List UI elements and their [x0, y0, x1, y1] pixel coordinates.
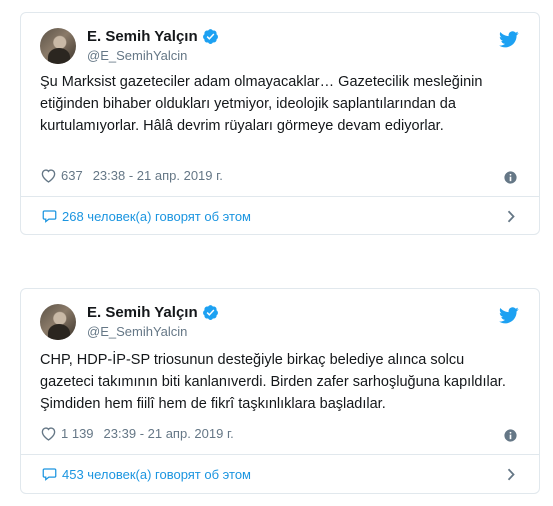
verified-badge-icon — [202, 305, 218, 320]
conversation-label[interactable]: 268 человек(а) говорят об этом — [62, 209, 251, 224]
heart-icon[interactable] — [40, 168, 57, 183]
tweet-meta: 637 23:38 - 21 апр. 2019 г. — [40, 168, 223, 183]
tweet-text: Şu Marksist gazeteciler adam olmayacakla… — [40, 74, 483, 134]
tweet-text: CHP, HDP-İP-SP triosunun desteğiyle birk… — [40, 352, 506, 412]
verified-badge-icon — [202, 29, 218, 44]
tweet-header: E. Semih Yalçın @E_SemihYalcin — [21, 13, 539, 73]
tweet-card-1[interactable]: E. Semih Yalçın @E_SemihYalcin Şu Marksi… — [20, 12, 540, 235]
speech-bubble-icon — [42, 468, 57, 481]
like-count[interactable]: 637 — [61, 168, 83, 183]
chevron-right-icon[interactable] — [507, 210, 515, 223]
conversation-label[interactable]: 453 человек(а) говорят об этом — [62, 467, 251, 482]
author-name[interactable]: E. Semih Yalçın — [87, 304, 198, 321]
chevron-right-icon[interactable] — [507, 468, 515, 481]
author-handle[interactable]: @E_SemihYalcin — [87, 48, 187, 63]
avatar[interactable] — [40, 304, 76, 340]
twitter-bird-icon[interactable] — [499, 31, 519, 48]
like-count[interactable]: 1 139 — [61, 426, 94, 441]
author-handle[interactable]: @E_SemihYalcin — [87, 324, 187, 339]
heart-icon[interactable] — [40, 426, 57, 441]
conversation-link[interactable]: 268 человек(а) говорят об этом — [21, 197, 539, 234]
tweet-meta: 1 139 23:39 - 21 апр. 2019 г. — [40, 426, 234, 441]
twitter-bird-icon[interactable] — [499, 307, 519, 324]
author-name[interactable]: E. Semih Yalçın — [87, 28, 198, 45]
tweet-card-2[interactable]: E. Semih Yalçın @E_SemihYalcin CHP, HDP-… — [20, 288, 540, 494]
timestamp[interactable]: 23:38 - 21 апр. 2019 г. — [93, 168, 223, 183]
avatar[interactable] — [40, 28, 76, 64]
info-icon[interactable] — [504, 429, 517, 442]
info-icon[interactable] — [504, 171, 517, 184]
tweet-header: E. Semih Yalçın @E_SemihYalcin — [21, 289, 539, 349]
author-line[interactable]: E. Semih Yalçın — [87, 28, 219, 45]
author-line[interactable]: E. Semih Yalçın — [87, 304, 219, 321]
speech-bubble-icon — [42, 210, 57, 223]
conversation-link[interactable]: 453 человек(а) говорят об этом — [21, 455, 539, 493]
timestamp[interactable]: 23:39 - 21 апр. 2019 г. — [104, 426, 234, 441]
